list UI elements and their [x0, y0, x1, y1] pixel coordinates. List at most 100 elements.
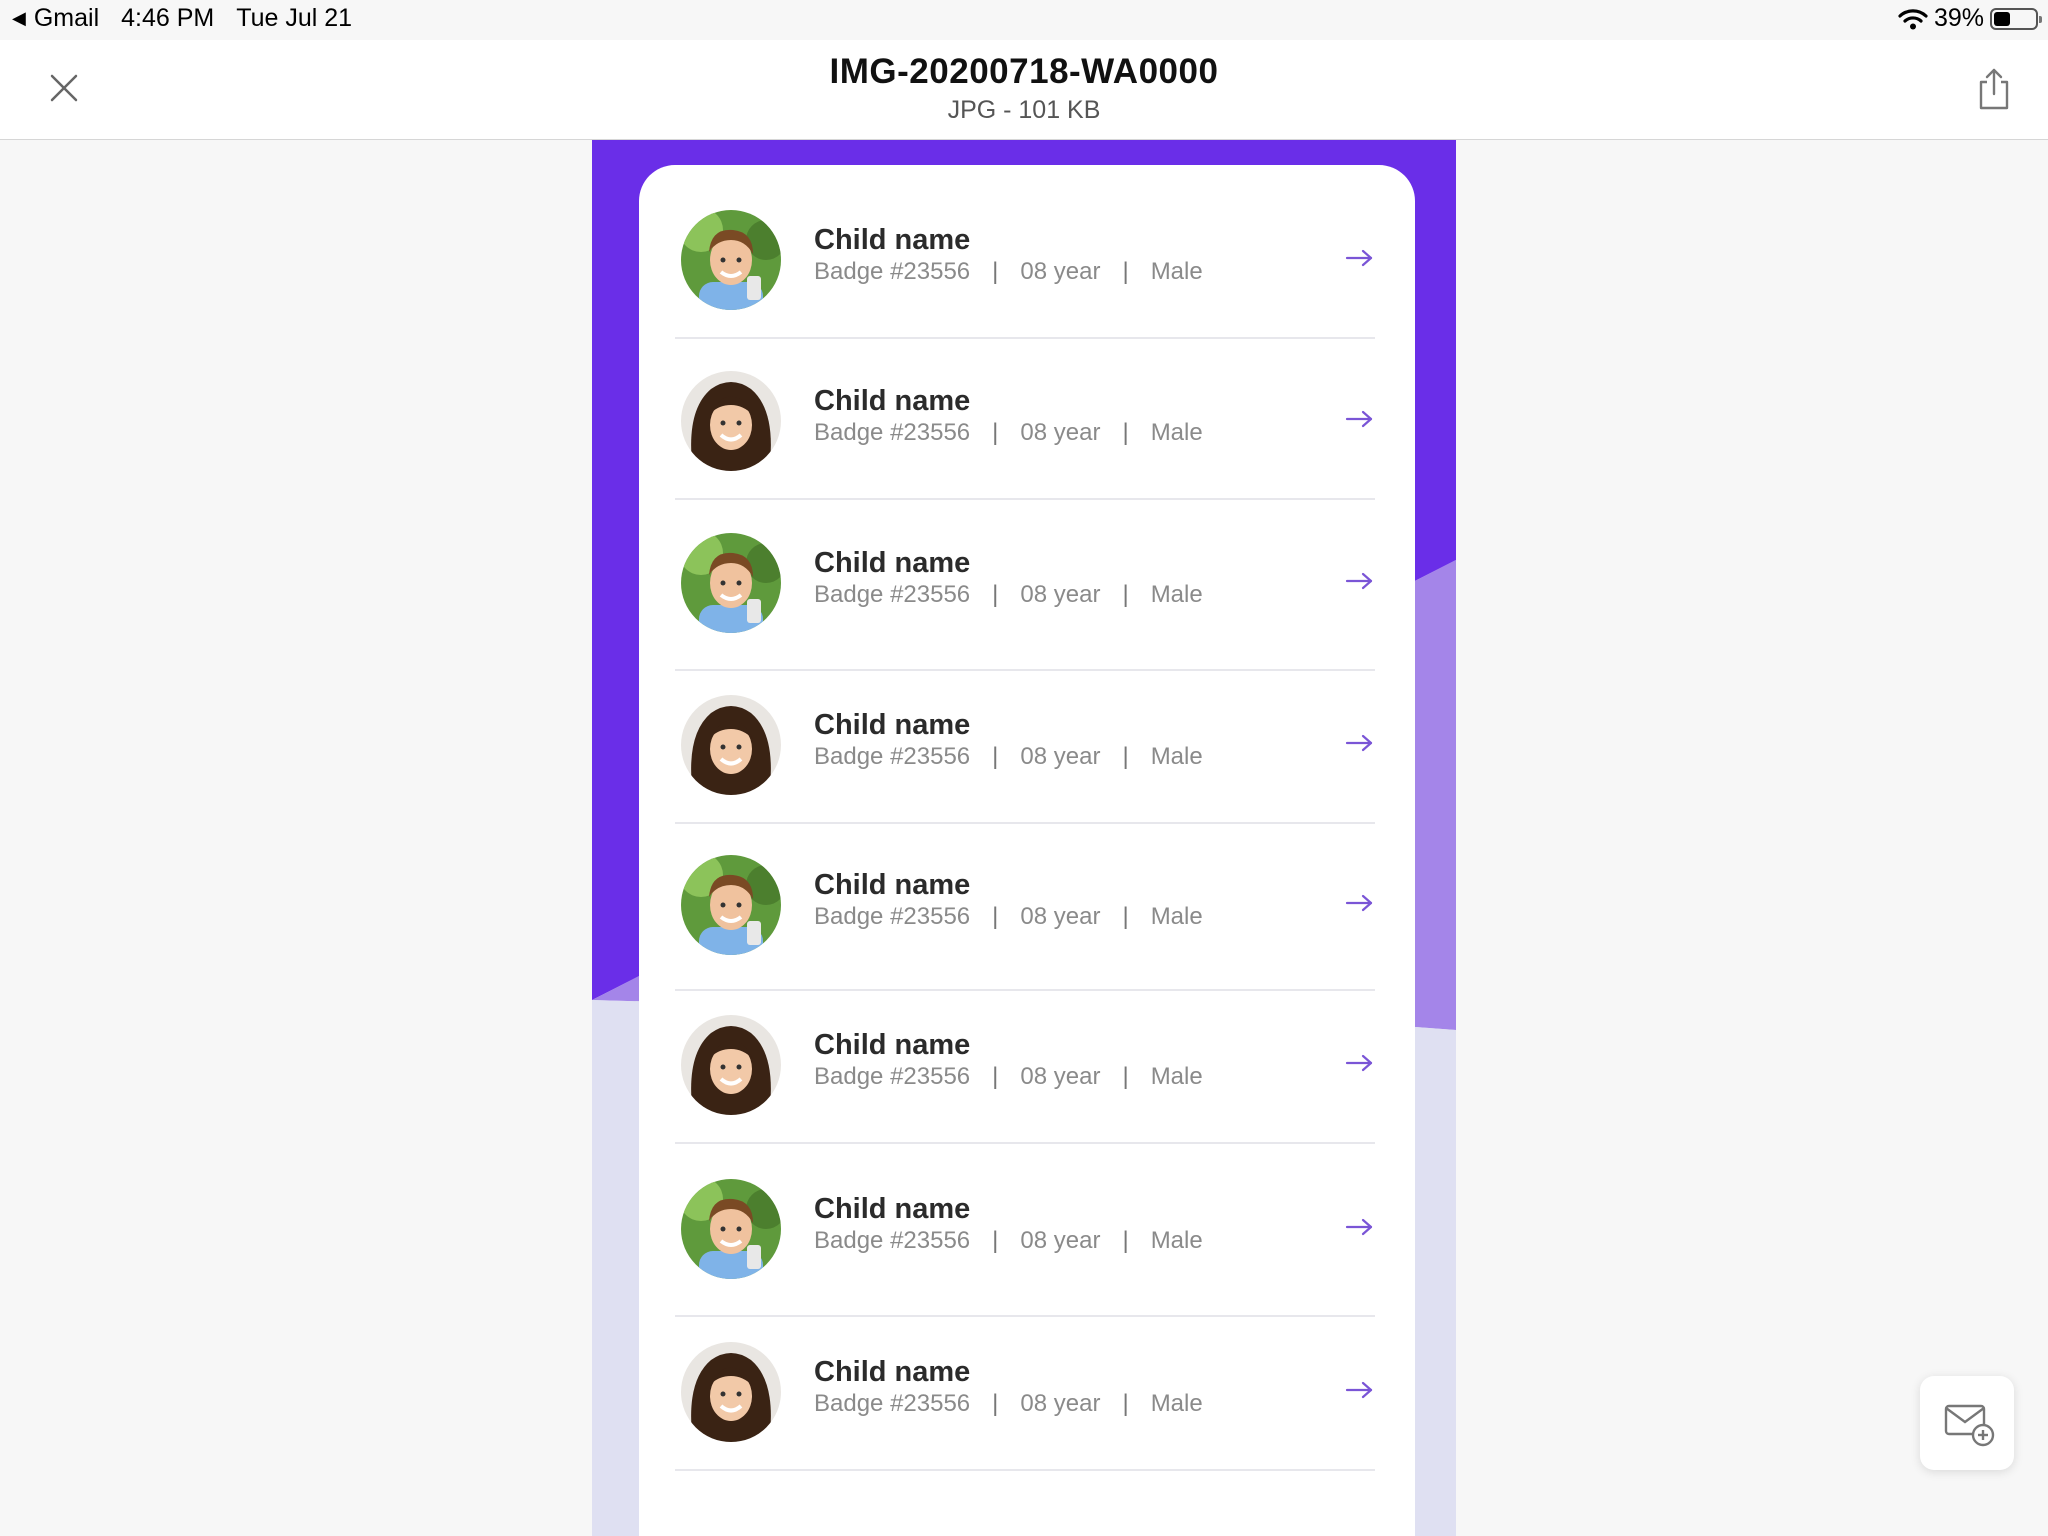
- child-list-item[interactable]: Child name Badge #23556 | 08 year | Male: [675, 346, 1375, 500]
- child-gender: Male: [1150, 581, 1203, 608]
- back-arrow-icon[interactable]: ◀: [12, 8, 26, 29]
- child-avatar: [681, 371, 781, 471]
- child-meta: Badge #23556 | 08 year | Male: [814, 581, 1203, 609]
- child-list-item[interactable]: Child name Badge #23556 | 08 year | Male: [675, 990, 1375, 1144]
- child-meta: Badge #23556 | 08 year | Male: [814, 1063, 1203, 1091]
- child-age: 08 year: [1020, 258, 1101, 285]
- child-gender: Male: [1150, 258, 1203, 285]
- child-meta: Badge #23556 | 08 year | Male: [814, 743, 1203, 771]
- attachment-image: Child name Badge #23556 | 08 year | Male Child…: [592, 140, 1456, 1536]
- child-gender: Male: [1150, 419, 1203, 446]
- child-list-item[interactable]: Child name Badge #23556 | 08 year | Male: [675, 823, 1375, 991]
- child-avatar: [681, 695, 781, 795]
- child-list-card: Child name Badge #23556 | 08 year | Male Child…: [639, 165, 1415, 1536]
- child-list-item[interactable]: Child name Badge #23556 | 08 year | Male: [675, 1145, 1375, 1317]
- viewer-header: IMG-20200718-WA0000 JPG - 101 KB: [0, 40, 2048, 140]
- child-avatar: [681, 1179, 781, 1279]
- child-avatar: [681, 1015, 781, 1115]
- child-badge: Badge #23556: [814, 903, 971, 930]
- child-badge: Badge #23556: [814, 1063, 971, 1090]
- arrow-right-icon[interactable]: [1345, 1217, 1375, 1237]
- child-badge: Badge #23556: [814, 581, 971, 608]
- arrow-right-icon[interactable]: [1345, 409, 1375, 429]
- child-name: Child name: [814, 1356, 971, 1388]
- child-age: 08 year: [1020, 1227, 1101, 1254]
- child-age: 08 year: [1020, 1063, 1101, 1090]
- child-list-item[interactable]: Child name Badge #23556 | 08 year | Male: [675, 670, 1375, 824]
- child-badge: Badge #23556: [814, 1390, 971, 1417]
- child-badge: Badge #23556: [814, 1227, 971, 1254]
- separator: |: [992, 1390, 999, 1417]
- child-list-item[interactable]: Child name Badge #23556 | 08 year | Male: [675, 1317, 1375, 1471]
- child-avatar: [681, 210, 781, 310]
- arrow-right-icon[interactable]: [1345, 733, 1375, 753]
- child-gender: Male: [1150, 1390, 1203, 1417]
- separator: |: [992, 1063, 999, 1090]
- status-bar: ◀ Gmail 4:46 PM Tue Jul 21 39%: [0, 0, 2048, 40]
- battery-icon: [1990, 7, 2042, 30]
- child-name: Child name: [814, 224, 971, 256]
- arrow-right-icon[interactable]: [1345, 1053, 1375, 1073]
- child-meta: Badge #23556 | 08 year | Male: [814, 1227, 1203, 1255]
- share-icon[interactable]: [1974, 66, 2014, 112]
- child-gender: Male: [1150, 1063, 1203, 1090]
- compose-button[interactable]: [1920, 1376, 2014, 1470]
- arrow-right-icon[interactable]: [1345, 571, 1375, 591]
- compose-mail-icon: [1944, 1404, 1995, 1447]
- child-gender: Male: [1150, 743, 1203, 770]
- separator: |: [992, 581, 999, 608]
- separator: |: [1122, 258, 1129, 285]
- child-list-item[interactable]: Child name Badge #23556 | 08 year | Male: [675, 185, 1375, 339]
- row-divider: [675, 1142, 1375, 1144]
- child-gender: Male: [1150, 903, 1203, 930]
- file-info: JPG - 101 KB: [947, 96, 1101, 124]
- arrow-right-icon[interactable]: [1345, 248, 1375, 268]
- child-name: Child name: [814, 1193, 971, 1225]
- child-meta: Badge #23556 | 08 year | Male: [814, 419, 1203, 447]
- separator: |: [1122, 1063, 1129, 1090]
- separator: |: [992, 258, 999, 285]
- arrow-right-icon[interactable]: [1345, 1380, 1375, 1400]
- child-name: Child name: [814, 709, 971, 741]
- child-badge: Badge #23556: [814, 743, 971, 770]
- image-viewer: Child name Badge #23556 | 08 year | Male Child…: [0, 140, 2048, 1536]
- child-age: 08 year: [1020, 1390, 1101, 1417]
- child-list-item[interactable]: Child name Badge #23556 | 08 year | Male: [675, 499, 1375, 671]
- child-age: 08 year: [1020, 743, 1101, 770]
- back-to-app-link[interactable]: Gmail: [34, 4, 99, 33]
- separator: |: [1122, 903, 1129, 930]
- separator: |: [1122, 1227, 1129, 1254]
- child-name: Child name: [814, 385, 971, 417]
- child-age: 08 year: [1020, 419, 1101, 446]
- child-age: 08 year: [1020, 903, 1101, 930]
- child-avatar: [681, 1342, 781, 1442]
- child-badge: Badge #23556: [814, 258, 971, 285]
- separator: |: [1122, 419, 1129, 446]
- child-name: Child name: [814, 547, 971, 579]
- file-title: IMG-20200718-WA0000: [829, 52, 1219, 91]
- wifi-icon: [1898, 8, 1928, 29]
- child-meta: Badge #23556 | 08 year | Male: [814, 258, 1203, 286]
- child-age: 08 year: [1020, 581, 1101, 608]
- child-meta: Badge #23556 | 08 year | Male: [814, 1390, 1203, 1418]
- separator: |: [992, 903, 999, 930]
- child-badge: Badge #23556: [814, 419, 971, 446]
- child-name: Child name: [814, 1029, 971, 1061]
- battery-percent: 39%: [1933, 4, 1984, 32]
- status-time: 4:46 PM: [121, 4, 215, 32]
- separator: |: [1122, 581, 1129, 608]
- separator: |: [1122, 1390, 1129, 1417]
- separator: |: [1122, 743, 1129, 770]
- child-avatar: [681, 855, 781, 955]
- child-name: Child name: [814, 869, 971, 901]
- status-date: Tue Jul 21: [236, 4, 353, 32]
- arrow-right-icon[interactable]: [1345, 893, 1375, 913]
- child-meta: Badge #23556 | 08 year | Male: [814, 903, 1203, 931]
- row-divider: [675, 1469, 1375, 1471]
- child-gender: Male: [1150, 1227, 1203, 1254]
- separator: |: [992, 743, 999, 770]
- child-avatar: [681, 533, 781, 633]
- row-divider: [675, 337, 1375, 339]
- separator: |: [992, 419, 999, 446]
- separator: |: [992, 1227, 999, 1254]
